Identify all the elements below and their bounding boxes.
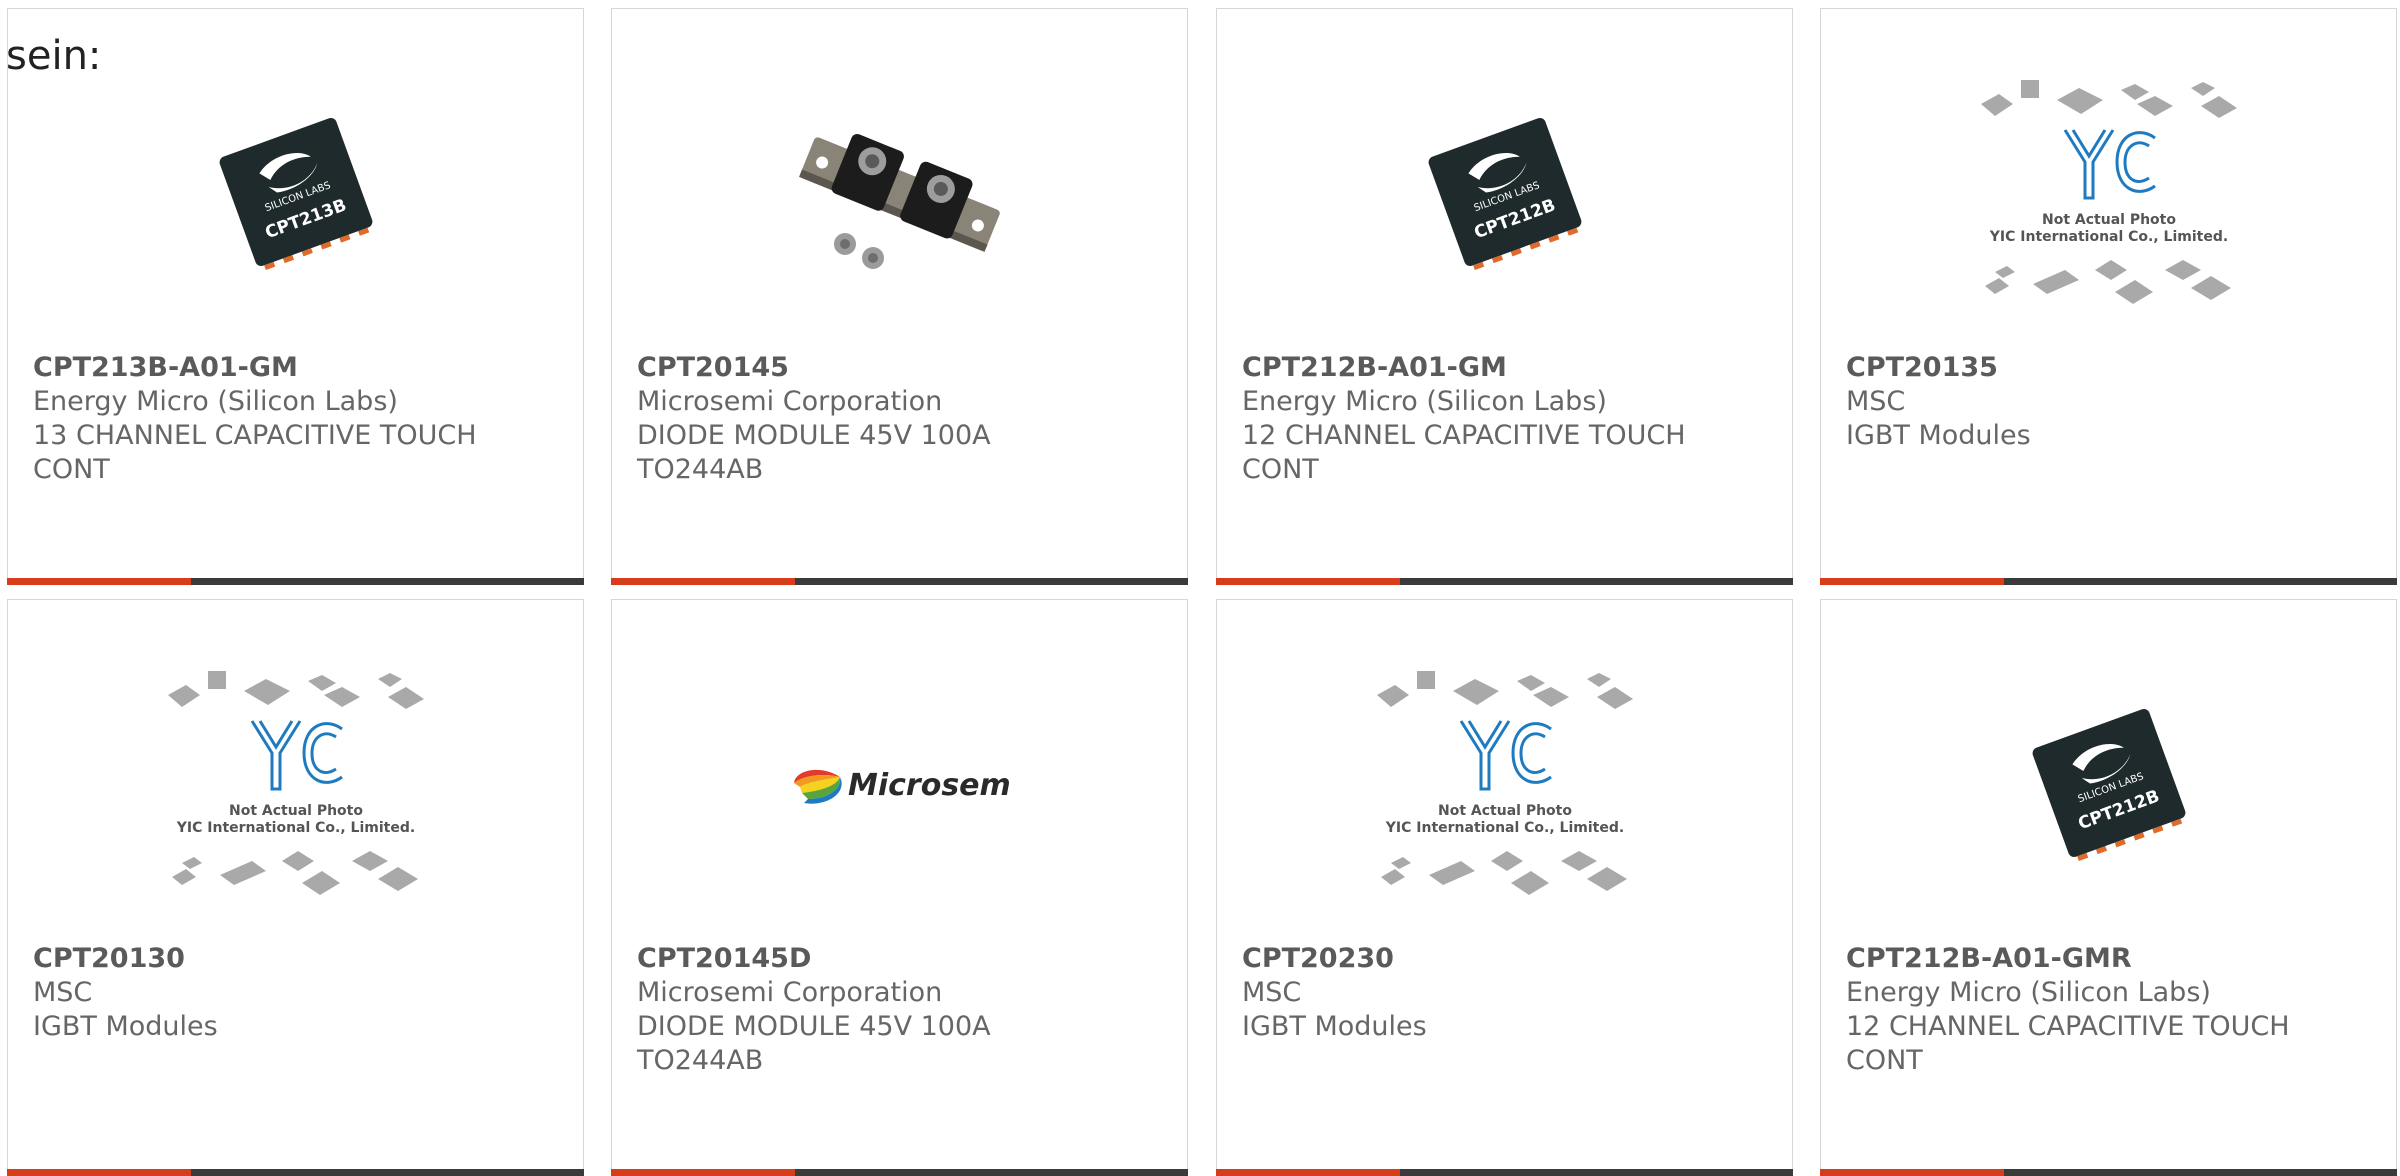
manufacturer: Energy Micro (Silicon Labs) <box>1242 386 1607 417</box>
card-progress-bar <box>611 1169 1188 1176</box>
part-number[interactable]: CPT20130 <box>33 942 563 976</box>
manufacturer: MSC <box>33 977 93 1008</box>
svg-text:YIC International Co., Limited: YIC International Co., Limited. <box>1988 229 2227 245</box>
manufacturer: Energy Micro (Silicon Labs) <box>33 386 398 417</box>
card-progress-bar <box>611 578 1188 585</box>
card-progress-accent <box>1820 578 2004 585</box>
part-number[interactable]: CPT20145 <box>637 351 1167 385</box>
product-info: CPT20130 MSC IGBT Modules <box>33 942 563 1044</box>
card-progress-bar <box>1820 1169 2397 1176</box>
product-card[interactable]: Microsemi CPT20145D Microsemi Corporatio… <box>611 599 1188 1176</box>
description-line-1: IGBT Modules <box>1242 1011 1427 1042</box>
diode-module-icon <box>798 133 1000 269</box>
card-progress-accent <box>7 1169 191 1176</box>
description-line-1: 12 CHANNEL CAPACITIVE TOUCH <box>1242 420 1686 451</box>
yic-placeholder-icon: Not Actual Photo YIC International Co., … <box>1980 80 2237 304</box>
svg-text:Not Actual Photo: Not Actual Photo <box>229 803 363 819</box>
product-info: CPT20135 MSC IGBT Modules <box>1846 351 2376 453</box>
product-card[interactable]: Not Actual Photo YIC International Co., … <box>1216 599 1793 1176</box>
svg-text:Microsemi: Microsemi <box>848 768 1010 803</box>
product-info: CPT212B-A01-GMR Energy Micro (Silicon La… <box>1846 942 2376 1078</box>
card-progress-bar <box>1216 578 1793 585</box>
description-line-2: CONT <box>1242 454 1319 485</box>
card-progress-bar <box>1216 1169 1793 1176</box>
product-card[interactable]: Not Actual Photo YIC International Co., … <box>7 599 584 1176</box>
description-line-1: IGBT Modules <box>33 1011 218 1042</box>
product-info: CPT213B-A01-GM Energy Micro (Silicon Lab… <box>33 351 563 487</box>
card-progress-accent <box>7 578 191 585</box>
product-image[interactable]: SILICON LABS CPT213B <box>8 69 583 319</box>
description-line-2: TO244AB <box>637 1045 764 1076</box>
product-image[interactable]: Microsemi <box>612 660 1187 910</box>
svg-text:Not Actual Photo: Not Actual Photo <box>1438 803 1572 819</box>
yic-placeholder-icon: Not Actual Photo YIC International Co., … <box>1376 671 1633 895</box>
product-image[interactable]: Not Actual Photo YIC International Co., … <box>8 660 583 910</box>
card-progress-bar <box>1820 578 2397 585</box>
description-line-2: CONT <box>1846 1045 1923 1076</box>
card-progress-accent <box>611 1169 795 1176</box>
chip-cpt213b-icon: SILICON LABS CPT213B <box>219 117 372 271</box>
chip-cpt212b-icon: SILICON LABS CPT212B <box>2032 708 2185 862</box>
product-info: CPT20145 Microsemi Corporation DIODE MOD… <box>637 351 1167 487</box>
part-number[interactable]: CPT213B-A01-GM <box>33 351 563 385</box>
part-number[interactable]: CPT20230 <box>1242 942 1772 976</box>
part-number[interactable]: CPT212B-A01-GMR <box>1846 942 2376 976</box>
product-card[interactable]: Not Actual Photo YIC International Co., … <box>1820 8 2397 585</box>
product-info: CPT20145D Microsemi Corporation DIODE MO… <box>637 942 1167 1078</box>
manufacturer: Energy Micro (Silicon Labs) <box>1846 977 2211 1008</box>
description-line-1: 12 CHANNEL CAPACITIVE TOUCH <box>1846 1011 2290 1042</box>
product-card[interactable]: SILICON LABS CPT213B CPT213B-A01-GM Ener… <box>7 8 584 585</box>
card-progress-accent <box>1216 578 1400 585</box>
card-progress-accent <box>1216 1169 1400 1176</box>
card-progress-accent <box>611 578 795 585</box>
description-line-2: CONT <box>33 454 110 485</box>
svg-text:YIC International Co., Limited: YIC International Co., Limited. <box>175 820 414 836</box>
svg-text:YIC International Co., Limited: YIC International Co., Limited. <box>1384 820 1623 836</box>
chip-cpt212b-icon: SILICON LABS CPT212B <box>1428 117 1581 271</box>
product-image[interactable]: SILICON LABS CPT212B <box>1821 660 2396 910</box>
description-line-1: DIODE MODULE 45V 100A <box>637 420 991 451</box>
product-card[interactable]: SILICON LABS CPT212B CPT212B-A01-GMR Ene… <box>1820 599 2397 1176</box>
manufacturer: Microsemi Corporation <box>637 386 943 417</box>
card-progress-bar <box>7 578 584 585</box>
manufacturer: MSC <box>1242 977 1302 1008</box>
part-number[interactable]: CPT212B-A01-GM <box>1242 351 1772 385</box>
part-number[interactable]: CPT20135 <box>1846 351 2376 385</box>
svg-text:Not Actual Photo: Not Actual Photo <box>2042 212 2176 228</box>
product-image[interactable]: Not Actual Photo YIC International Co., … <box>1821 69 2396 319</box>
manufacturer: Microsemi Corporation <box>637 977 943 1008</box>
description-line-2: TO244AB <box>637 454 764 485</box>
product-image[interactable]: Not Actual Photo YIC International Co., … <box>1217 660 1792 910</box>
product-image[interactable]: SILICON LABS CPT212B <box>1217 69 1792 319</box>
part-number[interactable]: CPT20145D <box>637 942 1167 976</box>
description-line-1: 13 CHANNEL CAPACITIVE TOUCH <box>33 420 477 451</box>
product-info: CPT20230 MSC IGBT Modules <box>1242 942 1772 1044</box>
product-info: CPT212B-A01-GM Energy Micro (Silicon Lab… <box>1242 351 1772 487</box>
product-card[interactable]: SILICON LABS CPT212B CPT212B-A01-GM Ener… <box>1216 8 1793 585</box>
manufacturer: MSC <box>1846 386 1906 417</box>
microsemi-logo-icon: Microsemi <box>793 768 1010 804</box>
card-progress-bar <box>7 1169 584 1176</box>
description-line-1: IGBT Modules <box>1846 420 2031 451</box>
description-line-1: DIODE MODULE 45V 100A <box>637 1011 991 1042</box>
card-progress-accent <box>1820 1169 2004 1176</box>
product-image[interactable] <box>612 69 1187 319</box>
yic-placeholder-icon: Not Actual Photo YIC International Co., … <box>167 671 424 895</box>
product-card[interactable]: CPT20145 Microsemi Corporation DIODE MOD… <box>611 8 1188 585</box>
intro-text: sein: <box>6 33 102 79</box>
